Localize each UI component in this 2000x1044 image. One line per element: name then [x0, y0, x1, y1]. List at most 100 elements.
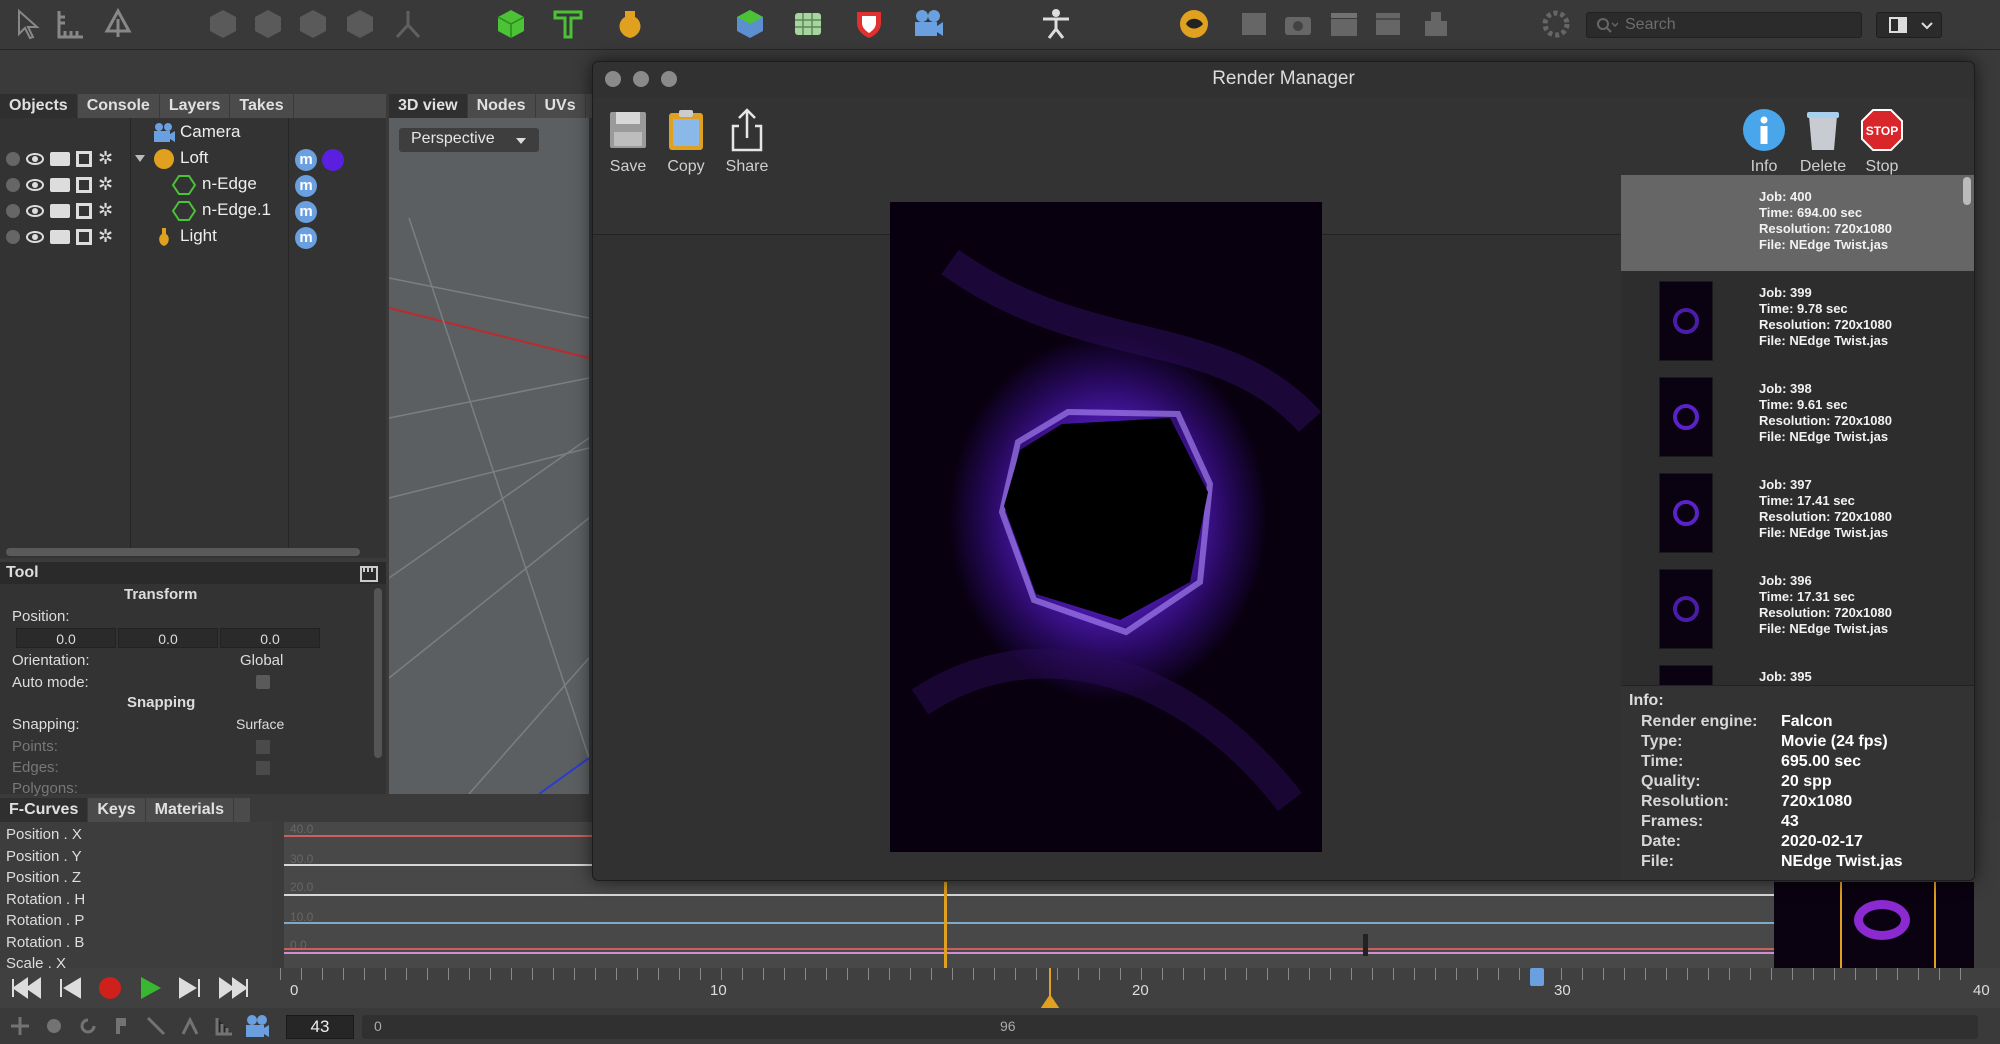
bar-chart-icon[interactable] — [214, 1016, 234, 1036]
material-ball-icon[interactable] — [322, 149, 344, 171]
chevron-down-icon[interactable] — [134, 154, 146, 164]
delete-button[interactable]: Delete — [1797, 108, 1849, 176]
view-mode-dropdown[interactable]: Perspective — [399, 128, 539, 152]
tab-uvs[interactable]: UVs — [536, 94, 586, 118]
orientation-select[interactable]: Global — [240, 652, 283, 669]
box-icon[interactable] — [76, 177, 92, 193]
deformer-cube-icon[interactable] — [732, 6, 768, 42]
share-button[interactable]: Share — [719, 108, 775, 176]
fcurve-rotation-p[interactable]: Rotation . P — [6, 912, 84, 929]
camera-icon[interactable] — [910, 6, 946, 42]
scale-icon[interactable] — [44, 1016, 64, 1036]
fcurve-position-y[interactable]: Position . Y — [6, 848, 82, 865]
job-list-scrollbar[interactable] — [1963, 177, 1971, 205]
snapping-select[interactable]: Surface — [236, 716, 284, 732]
tab-layers[interactable]: Layers — [160, 94, 231, 118]
render-camera-icon[interactable] — [50, 178, 70, 192]
position-x-field[interactable]: 0.0 — [16, 628, 116, 648]
fcurve-position-x[interactable]: Position . X — [6, 826, 82, 843]
current-frame-marker[interactable] — [944, 882, 947, 968]
box-icon[interactable] — [76, 203, 92, 219]
info-button[interactable]: Info — [1741, 108, 1787, 176]
camera-icon[interactable] — [244, 1014, 270, 1038]
render-window-icon[interactable] — [1370, 6, 1406, 42]
knife-icon[interactable] — [146, 1016, 166, 1036]
tab-f-curves[interactable]: F-Curves — [0, 798, 89, 822]
minimize-window-button[interactable] — [633, 71, 649, 87]
fcurve-position-z[interactable]: Position . Z — [6, 869, 81, 886]
record-icon[interactable] — [98, 976, 122, 1000]
text-tool-icon[interactable] — [550, 6, 586, 42]
render-camera-icon[interactable] — [50, 152, 70, 166]
current-frame-field[interactable]: 43 — [286, 1015, 354, 1039]
object-row-n-edge-1[interactable]: ✲ n-Edge.1 m — [0, 198, 386, 224]
step-back-icon[interactable] — [58, 977, 82, 999]
frame-range-slider[interactable]: 0 96 — [362, 1015, 1978, 1039]
layout-dropdown[interactable] — [1876, 12, 1942, 38]
dot-icon[interactable] — [6, 152, 20, 166]
rotate-icon[interactable] — [78, 1016, 98, 1036]
box-icon[interactable] — [76, 229, 92, 245]
fcurve-scale-x[interactable]: Scale . X — [6, 955, 66, 968]
job-list-item[interactable]: Job: 399 Time: 9.78 sec Resolution: 720x… — [1621, 271, 1974, 367]
eye-icon[interactable] — [26, 153, 44, 165]
gear-icon[interactable]: ✲ — [98, 175, 116, 194]
eye-icon[interactable] — [26, 231, 44, 243]
tab-objects[interactable]: Objects — [0, 94, 78, 118]
cube-icon[interactable] — [342, 6, 378, 42]
position-y-field[interactable]: 0.0 — [118, 628, 218, 648]
joint-icon[interactable] — [390, 6, 426, 42]
material-badge-icon[interactable]: m — [295, 201, 317, 223]
window-titlebar[interactable]: Render Manager — [593, 62, 1974, 98]
dot-icon[interactable] — [6, 178, 20, 192]
tab-nodes[interactable]: Nodes — [468, 94, 536, 118]
step-forward-icon[interactable] — [178, 977, 202, 999]
cube-icon[interactable] — [295, 6, 331, 42]
material-badge-icon[interactable]: m — [295, 227, 317, 249]
settings-gear-icon[interactable] — [1538, 6, 1574, 42]
batch-render-icon[interactable] — [1418, 6, 1454, 42]
stop-button[interactable]: STOP Stop — [1859, 108, 1905, 176]
object-row-camera[interactable]: Camera — [0, 120, 386, 146]
lathe-vase-icon[interactable] — [612, 6, 648, 42]
magnet-icon[interactable] — [180, 1016, 200, 1036]
material-badge-icon[interactable]: m — [295, 149, 317, 171]
edges-checkbox[interactable] — [256, 761, 270, 775]
play-icon[interactable] — [138, 976, 162, 1000]
clapperboard-icon[interactable] — [1326, 6, 1362, 42]
render-region-icon[interactable] — [1236, 6, 1272, 42]
gear-icon[interactable]: ✲ — [98, 201, 116, 220]
dot-icon[interactable] — [6, 204, 20, 218]
object-row-n-edge[interactable]: ✲ n-Edge m — [0, 172, 386, 198]
vertical-scrollbar[interactable] — [374, 588, 382, 758]
close-window-button[interactable] — [605, 71, 621, 87]
dot-icon[interactable] — [6, 230, 20, 244]
gear-icon[interactable]: ✲ — [98, 149, 116, 168]
3d-viewport[interactable]: Perspective — [389, 118, 589, 794]
copy-button[interactable]: Copy — [661, 108, 711, 176]
cube-icon[interactable] — [205, 6, 241, 42]
select-arrow-icon[interactable] — [10, 6, 46, 42]
key-marker[interactable] — [1363, 934, 1368, 956]
pin-icon[interactable] — [112, 1016, 132, 1036]
points-checkbox[interactable] — [256, 740, 270, 754]
render-camera-icon[interactable] — [50, 230, 70, 244]
array-icon[interactable] — [790, 6, 826, 42]
ruler-icon[interactable] — [360, 566, 378, 582]
eye-icon[interactable] — [26, 205, 44, 217]
job-list-item[interactable]: Job: 396 Time: 17.31 sec Resolution: 720… — [1621, 559, 1974, 655]
timeline-ruler[interactable]: 0 10 20 30 40 — [280, 968, 1990, 1008]
keyframe-marker[interactable] — [1530, 968, 1544, 986]
fcurve-rotation-h[interactable]: Rotation . H — [6, 891, 85, 908]
tab-3d-view[interactable]: 3D view — [389, 94, 468, 118]
green-cube-icon[interactable] — [493, 6, 529, 42]
auto-mode-checkbox[interactable] — [256, 675, 270, 689]
skip-to-end-icon[interactable] — [218, 977, 250, 999]
render-teapot-icon[interactable] — [1176, 6, 1212, 42]
figure-icon[interactable] — [1038, 6, 1074, 42]
render-camera-icon[interactable] — [50, 204, 70, 218]
fcurve-rotation-b[interactable]: Rotation . B — [6, 934, 84, 951]
tab-console[interactable]: Console — [78, 94, 160, 118]
tab-materials[interactable]: Materials — [146, 798, 234, 822]
ruler-icon[interactable] — [52, 6, 88, 42]
